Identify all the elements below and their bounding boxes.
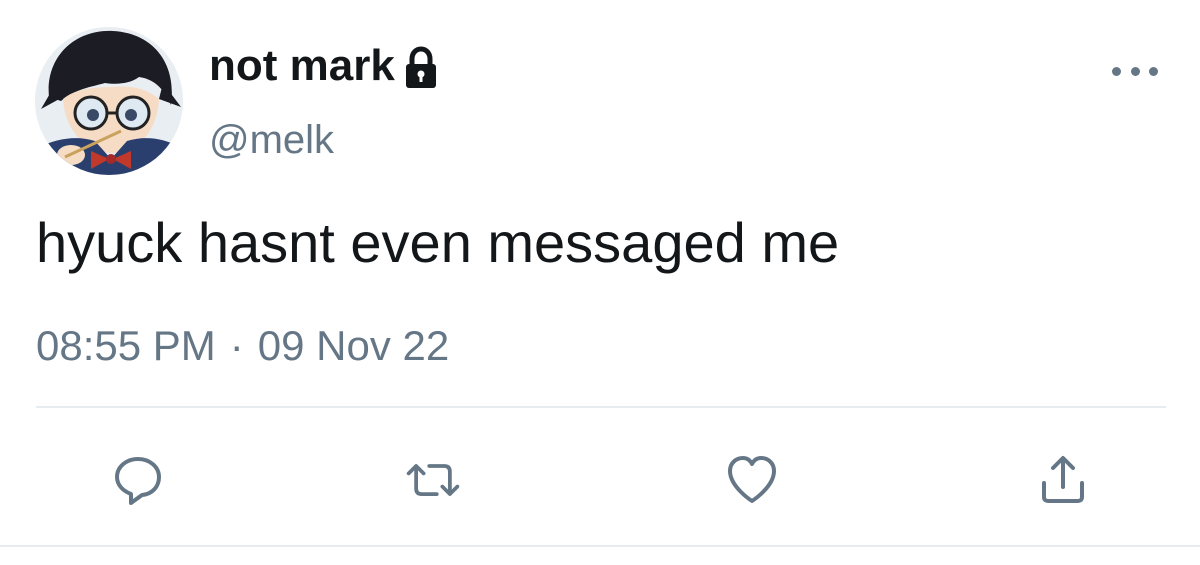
- tweet-text: hyuck hasnt even messaged me: [36, 211, 840, 274]
- tweet-date: 09 Nov 22: [257, 322, 450, 369]
- tweet-time: 08:55 PM: [36, 322, 216, 369]
- tweet-card: not mark @melk hyuck hasnt even messaged…: [0, 0, 1200, 565]
- user-handle[interactable]: @melk: [209, 114, 334, 166]
- tweet-timestamp[interactable]: 08:55 PM · 09 Nov 22: [36, 318, 449, 374]
- retweet-button[interactable]: [403, 450, 463, 510]
- like-icon: [728, 456, 776, 503]
- reply-icon: [115, 457, 161, 505]
- avatar-image: [35, 27, 183, 175]
- more-options-icon[interactable]: [1112, 56, 1158, 86]
- bottom-divider: [0, 545, 1200, 547]
- reply-button[interactable]: [108, 450, 168, 510]
- retweet-icon: [406, 464, 460, 496]
- lock-icon: [403, 46, 439, 90]
- avatar[interactable]: [35, 27, 183, 175]
- timestamp-separator: ·: [229, 322, 244, 369]
- share-button[interactable]: [1033, 450, 1093, 510]
- like-button[interactable]: [722, 450, 782, 510]
- display-name[interactable]: not mark: [209, 38, 439, 94]
- divider: [36, 406, 1166, 408]
- share-icon: [1042, 456, 1084, 503]
- display-name-text: not mark: [209, 41, 395, 90]
